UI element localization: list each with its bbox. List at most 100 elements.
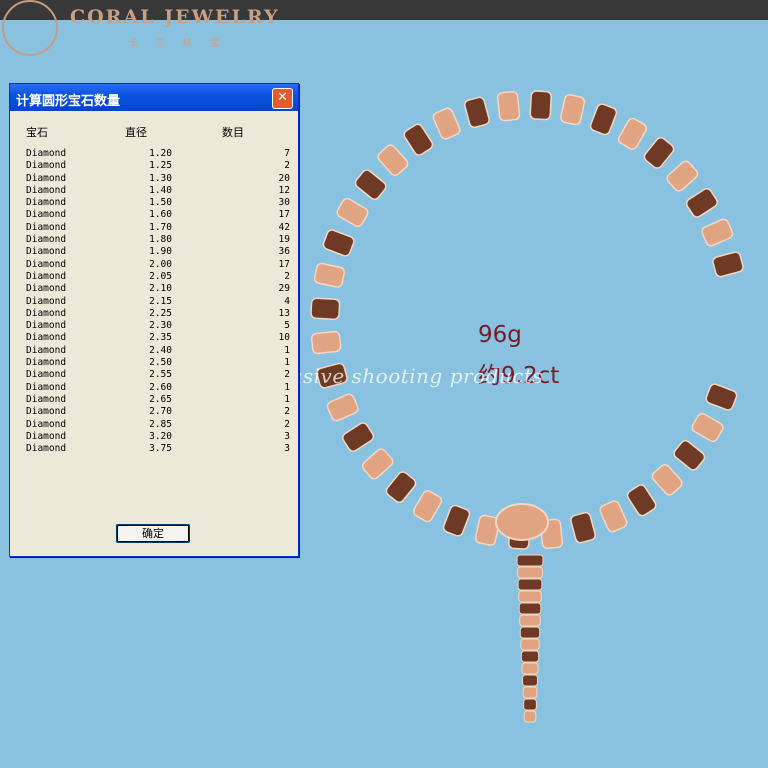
table-row: Diamond 2.70 2 — [10, 406, 298, 418]
gem-diameter: 2.65 — [149, 393, 172, 405]
gem-count: 1 — [284, 393, 290, 405]
dialog-titlebar[interactable]: 计算圆形宝石数量 ✕ — [10, 84, 298, 111]
gem-count: 4 — [284, 295, 290, 307]
table-row: Diamond 3.75 3 — [10, 443, 298, 455]
gem-name: Diamond — [26, 320, 67, 332]
serpent-head — [495, 503, 549, 541]
gem-count: 12 — [278, 184, 290, 196]
gem-diameter: 1.70 — [149, 221, 172, 233]
necklace-link — [643, 137, 675, 169]
dialog-title: 计算圆形宝石数量 — [16, 94, 121, 109]
gem-diameter: 2.30 — [149, 320, 172, 332]
necklace-link — [529, 90, 552, 121]
gem-name: Diamond — [26, 234, 67, 246]
gem-count: 1 — [284, 344, 290, 356]
header-diameter: 直径 — [125, 126, 147, 139]
necklace-link — [626, 484, 657, 517]
gem-name: Diamond — [26, 246, 67, 258]
gem-count: 3 — [284, 430, 290, 442]
tail-link — [522, 686, 538, 699]
necklace-link — [326, 393, 359, 422]
gem-count-dialog: 计算圆形宝石数量 ✕ 宝石 直径 数目 Diamond 1.20 7 Diamond 1… — [9, 83, 299, 557]
table-row: Diamond 2.60 1 — [10, 382, 298, 394]
table-row: Diamond 2.50 1 — [10, 357, 298, 369]
gem-count: 1 — [284, 381, 290, 393]
gem-diameter: 2.25 — [149, 307, 172, 319]
gem-diameter: 1.20 — [149, 148, 172, 159]
necklace-link — [685, 188, 718, 218]
gem-name: Diamond — [26, 197, 67, 209]
table-row: Diamond 2.65 1 — [10, 394, 298, 406]
gem-count: 1 — [284, 357, 290, 369]
gem-count: 17 — [278, 258, 290, 270]
tail-link — [520, 650, 540, 663]
gem-count: 36 — [278, 246, 290, 258]
gem-name: Diamond — [26, 307, 67, 319]
gem-diameter: 2.05 — [149, 270, 172, 282]
tail-link — [523, 698, 537, 711]
gem-name: Diamond — [26, 148, 67, 159]
table-row: Diamond 2.15 4 — [10, 296, 298, 308]
table-row: Diamond 2.25 13 — [10, 308, 298, 320]
necklace-link — [705, 383, 738, 411]
table-row: Diamond 2.55 2 — [10, 369, 298, 381]
necklace-link — [322, 229, 355, 257]
necklace-link — [617, 117, 648, 150]
necklace-link — [377, 144, 409, 177]
gem-count: 19 — [278, 234, 290, 246]
gem-count: 2 — [284, 418, 290, 430]
gem-name: Diamond — [26, 381, 67, 393]
gem-name: Diamond — [26, 393, 67, 405]
gem-count: 20 — [278, 172, 290, 184]
necklace-link — [310, 330, 342, 355]
header-gem: 宝石 — [26, 126, 48, 139]
close-button[interactable]: ✕ — [272, 88, 293, 109]
tail-link — [516, 554, 544, 567]
gem-count: 30 — [278, 197, 290, 209]
necklace-link — [336, 197, 369, 228]
necklace-link — [313, 262, 346, 288]
gem-diameter: 1.25 — [149, 160, 172, 172]
tail-link — [518, 602, 542, 615]
necklace-link — [354, 169, 387, 200]
necklace-link — [589, 103, 618, 136]
table-row: Diamond 1.25 2 — [10, 160, 298, 172]
table-row: Diamond 2.10 29 — [10, 283, 298, 295]
necklace-link — [361, 448, 394, 480]
necklace-link — [691, 412, 724, 443]
gem-diameter: 2.15 — [149, 295, 172, 307]
gem-count: 3 — [284, 443, 290, 455]
gem-count: 13 — [278, 307, 290, 319]
gem-name: Diamond — [26, 357, 67, 369]
necklace-link — [651, 463, 683, 496]
table-row: Diamond 1.20 7 — [10, 148, 298, 160]
gem-diameter: 3.75 — [149, 443, 172, 455]
ok-button[interactable]: 确定 — [116, 524, 190, 543]
necklace-link — [712, 251, 744, 278]
gem-diameter: 2.50 — [149, 357, 172, 369]
table-row: Diamond 1.60 17 — [10, 209, 298, 221]
gem-name: Diamond — [26, 160, 67, 172]
necklace-link — [432, 107, 461, 140]
gem-diameter: 2.55 — [149, 369, 172, 381]
gem-name: Diamond — [26, 430, 67, 442]
tail-link — [523, 710, 537, 723]
table-row: Diamond 1.30 20 — [10, 173, 298, 185]
table-row: Diamond 1.40 12 — [10, 185, 298, 197]
gem-count: 5 — [284, 320, 290, 332]
necklace-link — [560, 94, 586, 126]
table-row: Diamond 2.35 10 — [10, 332, 298, 344]
gem-diameter: 1.50 — [149, 197, 172, 209]
necklace-link — [701, 218, 734, 247]
tail-link — [519, 614, 541, 627]
necklace-link — [385, 471, 417, 503]
gem-diameter: 2.70 — [149, 406, 172, 418]
necklace-link — [403, 123, 434, 156]
gem-name: Diamond — [26, 443, 67, 455]
gem-diameter: 2.40 — [149, 344, 172, 356]
table-row: Diamond 2.30 5 — [10, 320, 298, 332]
gem-diameter: 1.90 — [149, 246, 172, 258]
gem-count: 2 — [284, 270, 290, 282]
gem-count: 17 — [278, 209, 290, 221]
necklace-link — [666, 160, 699, 192]
